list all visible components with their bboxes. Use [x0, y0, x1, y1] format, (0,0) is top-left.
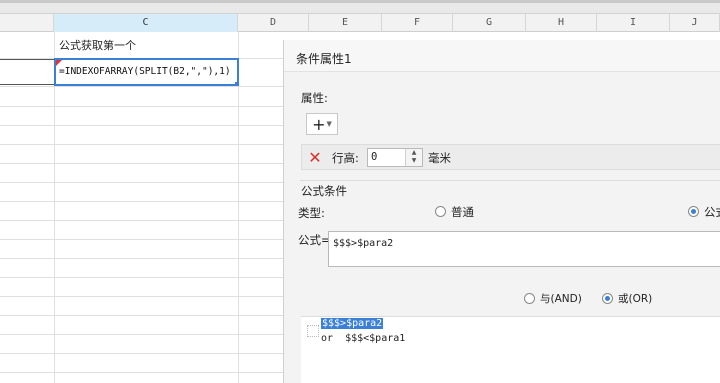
type-formula-label[interactable]: 公式	[704, 204, 720, 220]
comment-flag-icon	[56, 60, 62, 66]
row-height-label: 行高:	[332, 151, 359, 165]
row-height-unit: 毫米	[428, 151, 451, 165]
column-header-b[interactable]	[0, 14, 54, 32]
chevron-down-icon: ▼	[326, 120, 332, 128]
tree-node-icon	[307, 325, 319, 337]
condition-attribute-dialog: 条件属性1 属性: + ▼ ✕ 行高: 0 ▲ ▼ 毫米 公式条件 类型: 普通 …	[283, 40, 720, 383]
row-height-value[interactable]: 0	[371, 151, 377, 163]
cell-b2[interactable]	[0, 59, 54, 85]
row-height-stepper[interactable]: 0 ▲ ▼	[367, 148, 423, 167]
window-top-accent	[0, 0, 720, 3]
window-top-strip	[0, 0, 720, 14]
or-radio[interactable]	[602, 293, 613, 304]
and-label[interactable]: 与(AND)	[540, 291, 582, 306]
dialog-title: 条件属性1	[296, 52, 352, 66]
type-formula-radio[interactable]	[688, 206, 699, 217]
column-header-e[interactable]: E	[309, 14, 382, 32]
and-radio[interactable]	[524, 293, 535, 304]
type-normal-label[interactable]: 普通	[451, 204, 474, 220]
condition-list[interactable]: $$$>$para2 or $$$<$para1	[301, 316, 720, 383]
close-icon[interactable]: ✕	[306, 148, 324, 167]
row-height-attribute-row: ✕ 行高: 0 ▲ ▼ 毫米	[301, 144, 720, 170]
section-divider	[300, 180, 720, 181]
column-header-h[interactable]: H	[526, 14, 597, 32]
fill-handle[interactable]	[235, 82, 237, 84]
column-header-d[interactable]: D	[238, 14, 309, 32]
add-attribute-button[interactable]: + ▼	[306, 113, 338, 135]
column-header-row: C D E F G H I J	[0, 14, 720, 32]
condition-item[interactable]: or $$$<$para1	[321, 333, 405, 344]
formula-condition-label: 公式条件	[301, 184, 347, 198]
cell-c1[interactable]: 公式获取第一个	[56, 35, 238, 57]
type-label: 类型:	[298, 206, 325, 220]
attributes-label: 属性:	[301, 91, 328, 105]
type-normal-radio[interactable]	[435, 206, 446, 217]
stepper-up-icon[interactable]: ▲	[406, 149, 422, 157]
column-header-i[interactable]: I	[597, 14, 670, 32]
or-label[interactable]: 或(OR)	[618, 291, 652, 306]
cell-c2-selected[interactable]: =INDEXOFARRAY(SPLIT(B2,","),1)	[54, 58, 239, 86]
column-header-c[interactable]: C	[54, 14, 238, 32]
column-header-g[interactable]: G	[453, 14, 526, 32]
column-header-f[interactable]: F	[382, 14, 453, 32]
column-header-j[interactable]: J	[670, 14, 720, 32]
cell-c2-formula: =INDEXOFARRAY(SPLIT(B2,","),1)	[59, 66, 231, 77]
formula-label: 公式=	[298, 233, 331, 247]
plus-icon: +	[312, 114, 326, 134]
stepper-down-icon[interactable]: ▼	[406, 157, 422, 165]
formula-input[interactable]: $$$>$para2	[328, 231, 720, 267]
condition-item-selected[interactable]: $$$>$para2	[321, 318, 384, 329]
